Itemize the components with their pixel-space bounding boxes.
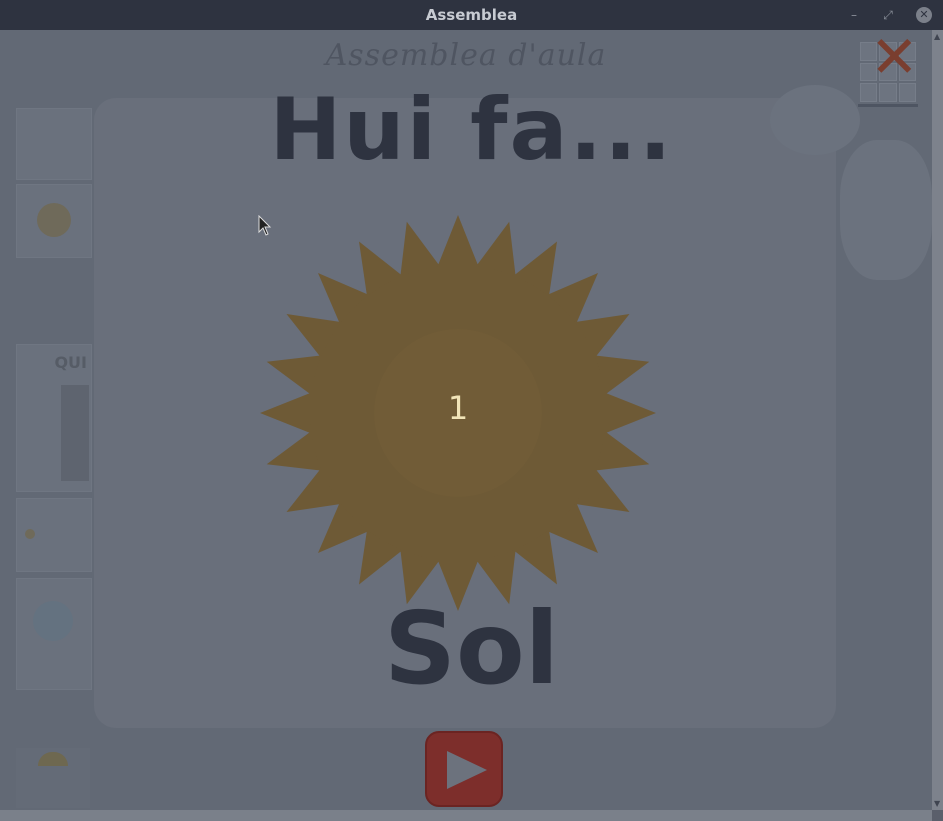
play-button[interactable] — [425, 731, 503, 807]
dialog-heading: Hui fa... — [269, 80, 674, 180]
sidebar-card[interactable] — [16, 184, 92, 258]
mouse-cursor — [258, 215, 272, 236]
play-icon — [447, 751, 487, 789]
maximize-button[interactable]: ⤢ — [880, 7, 896, 23]
weather-label: Sol — [384, 590, 559, 707]
countdown-number: 1 — [447, 389, 469, 427]
sun-small-icon — [25, 529, 35, 539]
sidebar-card[interactable] — [16, 748, 90, 808]
window-close-button[interactable]: ✕ — [916, 7, 932, 23]
building-thumb-icon — [61, 385, 89, 481]
sun-thumb-icon — [37, 203, 71, 237]
sun-button[interactable]: 1 — [258, 215, 658, 615]
vertical-scrollbar[interactable]: ▲ ▼ — [932, 30, 943, 810]
app-title: Assemblea d'aula — [325, 38, 607, 73]
sidebar-card[interactable] — [16, 498, 92, 572]
horizontal-scrollbar[interactable] — [0, 810, 932, 821]
sidebar-card-label: QUI — [54, 353, 87, 372]
window-titlebar: Assemblea – ⤢ ✕ — [0, 0, 943, 30]
window-title: Assemblea — [425, 6, 518, 24]
minimize-button[interactable]: – — [846, 7, 862, 23]
umbrella-icon — [38, 752, 68, 766]
sidebar-card[interactable]: QUI — [16, 344, 92, 492]
